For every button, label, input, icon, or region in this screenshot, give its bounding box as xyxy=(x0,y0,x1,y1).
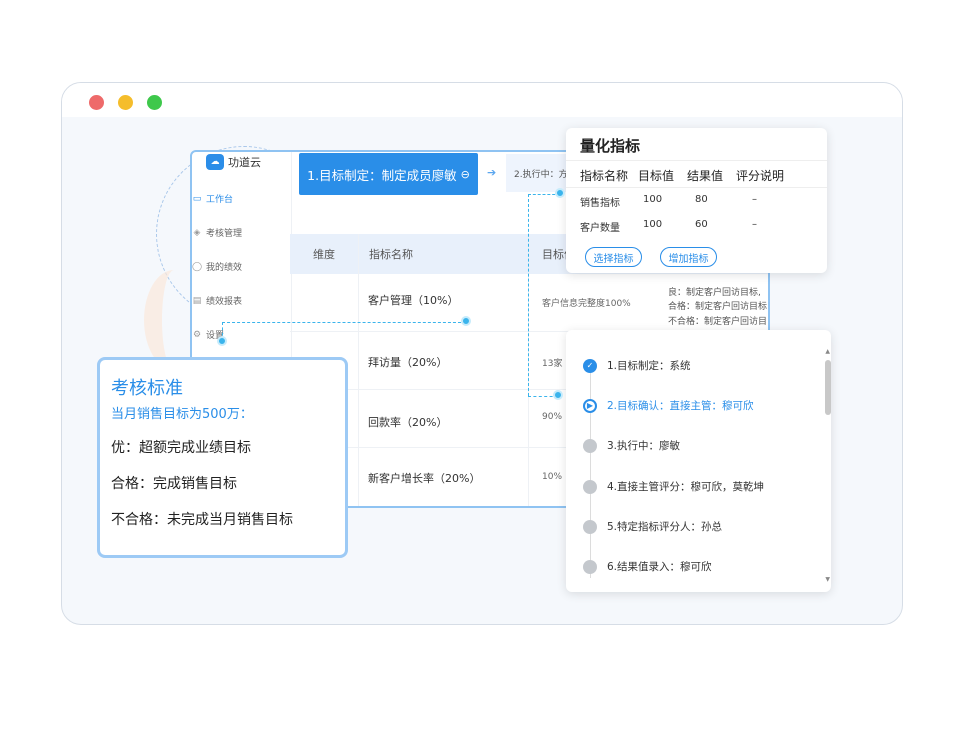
check-icon: ✓ xyxy=(583,358,597,373)
workflow-step-label: 4.直接主管评分：穆可欣，莫乾坤 xyxy=(607,481,765,493)
result-value: 60 xyxy=(695,219,708,230)
target-value: 100 xyxy=(643,194,663,205)
select-indicator-button[interactable]: 选择指标 xyxy=(585,247,642,267)
step-tab-label: 2.执行中：方 xyxy=(514,169,568,180)
sidebar-item-workbench[interactable]: ▭ 工作台 xyxy=(192,192,234,206)
target-value: 100 xyxy=(643,219,663,230)
workflow-step-label: 2.目标确认：直接主管：穆可欣 xyxy=(607,400,754,412)
workflow-step-label: 6.结果值录入：穆可欣 xyxy=(607,561,712,573)
sidebar-item-my-performance[interactable]: ◯ 我的绩效 xyxy=(192,260,243,274)
indicator-name: 回款率（20%） xyxy=(368,416,448,429)
workflow-step[interactable]: 5.特定指标评分人：孙总 xyxy=(583,519,722,534)
workflow-step[interactable]: ▶ 2.目标确认：直接主管：穆可欣 xyxy=(583,398,754,413)
scroll-down-icon[interactable]: ▼ xyxy=(825,576,830,583)
close-window-button[interactable] xyxy=(89,95,104,110)
step-tab-executing[interactable]: 2.执行中：方 xyxy=(506,154,568,192)
connector-pin xyxy=(461,316,471,326)
monitor-icon: ▭ xyxy=(192,193,202,204)
pending-dot-icon xyxy=(583,559,597,574)
workflow-step[interactable]: 6.结果值录入：穆可欣 xyxy=(583,559,712,574)
pending-dot-icon xyxy=(583,479,597,494)
evaluation-fail: 不合格：制定客户回访目 xyxy=(668,317,768,327)
workflow-step-label: 3.执行中：廖敏 xyxy=(607,440,681,452)
indicator-name: 客户数量 xyxy=(580,223,620,234)
add-indicator-button[interactable]: 增加指标 xyxy=(660,247,717,267)
cloud-logo-icon: ☁ xyxy=(206,154,224,170)
step-tab-goal-setting[interactable]: 1.目标制定：制定成员廖敏 ⊖ xyxy=(299,153,478,195)
arrow-right-icon: ➔ xyxy=(487,166,497,179)
pending-dot-icon xyxy=(583,519,597,534)
indicator-target: 13家 xyxy=(542,359,563,369)
assessment-criteria-card: 考核标准 当月销售目标为500万： 优：超额完成业绩目标 合格：完成销售目标 不… xyxy=(97,357,348,558)
window-titlebar xyxy=(62,83,902,117)
connector-line xyxy=(222,322,466,323)
workflow-step-label: 5.特定指标评分人：孙总 xyxy=(607,521,723,533)
connector-pin xyxy=(217,336,227,346)
scrollbar[interactable]: ▲ ▼ xyxy=(823,348,831,583)
app-logo[interactable]: ☁ 功道云 xyxy=(206,154,261,170)
column-header: 结果值 xyxy=(687,169,724,183)
workflow-step[interactable]: 4.直接主管评分：穆可欣，莫乾坤 xyxy=(583,479,764,494)
sidebar-item-label: 绩效报表 xyxy=(206,297,243,307)
minimize-window-button[interactable] xyxy=(118,95,133,110)
logo-text: 功道云 xyxy=(228,156,261,169)
maximize-window-button[interactable] xyxy=(147,95,162,110)
more-options-icon[interactable]: ⊖ xyxy=(461,168,470,181)
connector-pin xyxy=(553,390,563,400)
workflow-card: ✓ 1.目标制定：系统 ▶ 2.目标确认：直接主管：穆可欣 3.执行中：廖敏 4… xyxy=(566,330,831,592)
connector-pin xyxy=(555,188,565,198)
workflow-step[interactable]: 3.执行中：廖敏 xyxy=(583,438,680,453)
scroll-up-icon[interactable]: ▲ xyxy=(825,348,830,355)
column-header-name: 指标名称 xyxy=(369,248,413,261)
indicator-target: 10% xyxy=(542,472,563,482)
criteria-excellent: 优：超额完成业绩目标 xyxy=(111,440,251,456)
scroll-thumb[interactable] xyxy=(825,360,831,415)
column-header-dimension: 维度 xyxy=(313,248,335,261)
indicator-name: 拜访量（20%） xyxy=(368,356,448,369)
column-header: 目标值 xyxy=(638,169,675,183)
sidebar-item-reports[interactable]: ▤ 绩效报表 xyxy=(192,294,243,308)
column-header: 评分说明 xyxy=(736,169,785,183)
result-value: 80 xyxy=(695,194,708,205)
indicator-target: 90% xyxy=(542,412,563,422)
indicator-name: 客户管理（10%） xyxy=(368,294,459,307)
score-note: – xyxy=(752,219,757,230)
card-subtitle: 当月销售目标为500万： xyxy=(111,407,253,422)
evaluation-good: 良：制定客户回访目标, xyxy=(668,288,761,298)
gear-icon: ⚙ xyxy=(192,329,202,340)
workflow-step[interactable]: ✓ 1.目标制定：系统 xyxy=(583,358,691,373)
card-title: 量化指标 xyxy=(580,137,641,155)
step-tab-label: 1.目标制定：制定成员廖敏 xyxy=(307,167,457,183)
connector-line xyxy=(528,194,529,396)
stack-icon: ◈ xyxy=(193,227,201,238)
card-title: 考核标准 xyxy=(111,378,183,399)
indicator-name: 新客户增长率（20%） xyxy=(368,472,481,485)
quantitative-indicators-card: 量化指标 指标名称 目标值 结果值 评分说明 销售指标 100 80 – 客户数… xyxy=(566,128,827,273)
sidebar-item-label: 工作台 xyxy=(206,195,234,205)
column-header: 指标名称 xyxy=(580,169,629,183)
pending-dot-icon xyxy=(583,438,597,453)
criteria-pass: 合格：完成销售目标 xyxy=(111,476,237,492)
sidebar-item-assessment[interactable]: ◈ 考核管理 xyxy=(192,226,243,240)
score-note: – xyxy=(752,194,757,205)
sidebar-item-label: 我的绩效 xyxy=(206,263,243,273)
user-icon: ◯ xyxy=(192,261,203,272)
report-icon: ▤ xyxy=(192,295,202,306)
sidebar-item-label: 考核管理 xyxy=(206,229,243,239)
workflow-step-label: 1.目标制定：系统 xyxy=(607,360,691,372)
evaluation-pass: 合格：制定客户回访目标 xyxy=(668,302,768,312)
quant-table-header: 指标名称 目标值 结果值 评分说明 xyxy=(566,160,827,188)
indicator-name: 销售指标 xyxy=(580,198,620,209)
criteria-fail: 不合格：未完成当月销售目标 xyxy=(111,512,293,528)
play-icon: ▶ xyxy=(583,398,597,413)
indicator-target: 客户信息完整度100% xyxy=(542,299,631,309)
